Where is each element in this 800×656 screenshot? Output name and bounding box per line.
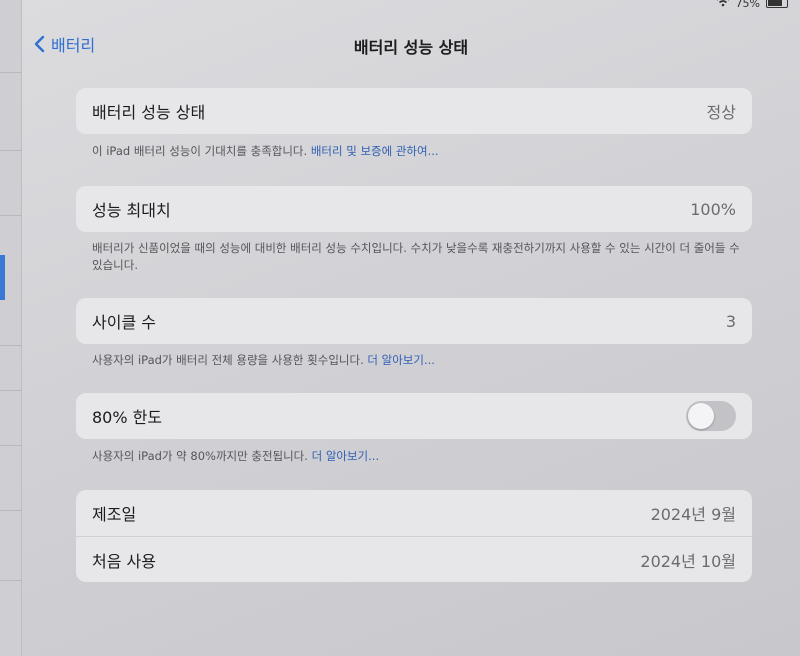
sidebar-edge [0, 0, 22, 656]
battery-icon [766, 0, 788, 8]
sidebar-divider [0, 72, 22, 73]
sidebar-divider [0, 580, 22, 581]
cycle-count-card: 사이클 수 3 [76, 298, 752, 344]
sidebar-divider [0, 150, 22, 151]
sidebar-divider [0, 445, 22, 446]
max-capacity-label: 성능 최대치 [92, 201, 171, 220]
manufactured-row: 제조일 2024년 9월 [76, 490, 752, 536]
first-use-label: 처음 사용 [92, 551, 156, 571]
battery-warranty-link[interactable]: 배터리 및 보증에 관하여... [311, 144, 439, 158]
limit-80-label: 80% 한도 [92, 408, 163, 427]
limit-learn-more-link[interactable]: 더 알아보기... [312, 449, 380, 463]
manufactured-label: 제조일 [92, 505, 137, 524]
sidebar-divider [0, 390, 22, 391]
health-row: 배터리 성능 상태 정상 [76, 88, 752, 134]
health-footnote-text: 이 iPad 배터리 성능이 기대치를 충족합니다. [92, 144, 311, 158]
battery-percent: 75% [735, 0, 760, 10]
limit-80-footnote: 사용자의 iPad가 약 80%까지만 충전됩니다. 더 알아보기... [92, 448, 752, 465]
dates-card: 제조일 2024년 9월 처음 사용 2024년 10월 [76, 490, 752, 582]
sidebar-divider [0, 345, 22, 346]
status-bar: 75% [716, 0, 788, 10]
cycle-learn-more-link[interactable]: 더 알아보기... [367, 353, 435, 367]
cycle-count-value: 3 [725, 311, 736, 331]
first-use-row: 처음 사용 2024년 10월 [76, 536, 752, 582]
cycle-count-footnote-text: 사용자의 iPad가 배터리 전체 용량을 사용한 횟수입니다. [92, 353, 368, 367]
limit-80-toggle[interactable] [686, 401, 736, 431]
manufactured-value: 2024년 9월 [650, 505, 736, 524]
health-value: 정상 [706, 103, 736, 122]
wifi-icon [716, 0, 730, 10]
navigation-bar: 배터리 배터리 성능 상태 [22, 28, 800, 64]
limit-80-footnote-text: 사용자의 iPad가 약 80%까지만 충전됩니다. [92, 449, 312, 463]
cycle-count-label: 사이클 수 [92, 313, 156, 332]
sidebar-selection-indicator [0, 255, 5, 300]
max-capacity-value: 100% [690, 199, 736, 219]
health-footnote: 이 iPad 배터리 성능이 기대치를 충족합니다. 배터리 및 보증에 관하여… [92, 143, 752, 160]
limit-80-card: 80% 한도 [76, 393, 752, 439]
toggle-knob [688, 403, 714, 429]
max-capacity-footnote: 배터리가 신품이었을 때의 성능에 대비한 배터리 성능 수치입니다. 수치가 … [92, 241, 740, 272]
sidebar-divider [0, 510, 22, 511]
first-use-value: 2024년 10월 [640, 551, 736, 571]
max-capacity-card: 성능 최대치 100% [76, 186, 752, 232]
max-capacity-row: 성능 최대치 100% [76, 186, 752, 232]
health-card: 배터리 성능 상태 정상 [76, 88, 752, 134]
cycle-count-footnote: 사용자의 iPad가 배터리 전체 용량을 사용한 횟수입니다. 더 알아보기.… [92, 352, 752, 369]
health-label: 배터리 성능 상태 [92, 103, 206, 122]
sidebar-divider [0, 215, 22, 216]
cycle-count-row: 사이클 수 3 [76, 298, 752, 344]
limit-80-row: 80% 한도 [76, 393, 752, 439]
page-title: 배터리 성능 상태 [353, 38, 469, 57]
